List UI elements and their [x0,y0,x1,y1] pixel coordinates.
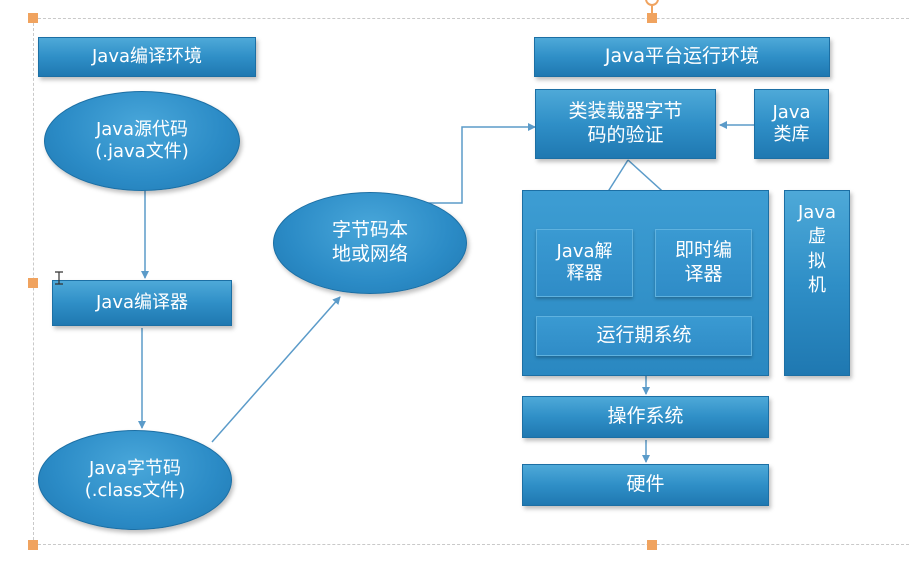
os-label: 操作系统 [607,405,684,428]
runtime-system-node[interactable]: 运行期系统 [536,316,752,356]
transport-label: 字节码本 地或网络 [331,219,408,265]
runtime-env-title-label: Java平台运行环境 [604,45,760,68]
hardware-node[interactable]: 硬件 [522,464,769,506]
hardware-label: 硬件 [626,473,665,496]
class-library-node[interactable]: Java 类库 [754,89,829,159]
bytecode-label: Java字节码 (.class文件) [84,457,186,502]
diagram-canvas: Java编译环境 Java源代码 (.java文件) Java编译器 Java字… [0,0,909,574]
os-node[interactable]: 操作系统 [522,396,769,438]
class-loader-node[interactable]: 类装载器字节 码的验证 [535,89,716,159]
jvm-node[interactable]: Java 虚 拟 机 [784,190,850,376]
compiler-label: Java编译器 [95,291,189,313]
interpreter-node[interactable]: Java解 释器 [536,229,633,297]
bytecode-node[interactable]: Java字节码 (.class文件) [38,430,232,530]
text-cursor-icon [55,271,63,285]
jvm-label: Java 虚 拟 机 [797,202,837,296]
runtime-system-label: 运行期系统 [596,324,692,347]
compile-env-title-label: Java编译环境 [91,45,203,67]
runtime-env-title[interactable]: Java平台运行环境 [534,37,830,77]
compiler-node[interactable]: Java编译器 [52,280,232,326]
compile-env-title[interactable]: Java编译环境 [38,37,256,77]
jit-compiler-node[interactable]: 即时编 译器 [655,229,752,297]
class-library-label: Java 类库 [772,101,811,146]
jit-compiler-label: 即时编 译器 [674,239,732,285]
source-code-node[interactable]: Java源代码 (.java文件) [44,91,240,191]
transport-node[interactable]: 字节码本 地或网络 [273,192,467,294]
source-code-label: Java源代码 (.java文件) [95,118,189,163]
interpreter-label: Java解 释器 [556,240,613,285]
class-loader-label: 类装载器字节 码的验证 [568,100,683,146]
